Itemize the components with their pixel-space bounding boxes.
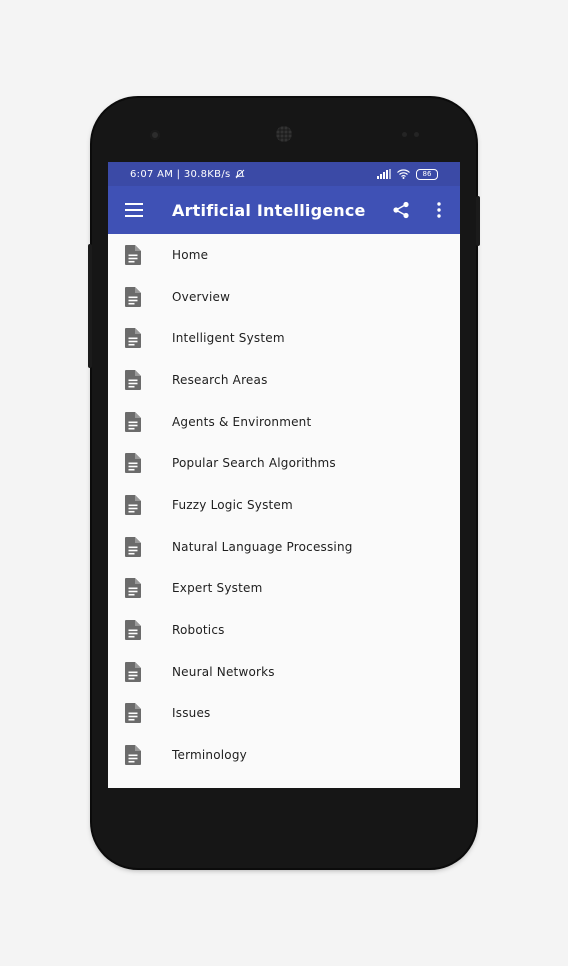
- list-item[interactable]: Popular Search Algorithms: [108, 442, 460, 484]
- list-item[interactable]: Agents & Environment: [108, 401, 460, 443]
- more-vert-icon[interactable]: [420, 186, 458, 234]
- power-button: [476, 196, 480, 246]
- list-item-label: Fuzzy Logic System: [172, 497, 293, 512]
- list-item[interactable]: Natural Language Processing: [108, 526, 460, 568]
- document-icon: [125, 620, 141, 641]
- list-item-label: Issues: [172, 706, 211, 721]
- list-item[interactable]: Expert System: [108, 568, 460, 610]
- signal-icon: [377, 169, 391, 179]
- list-item[interactable]: Fuzzy Logic System: [108, 484, 460, 526]
- document-icon: [125, 328, 141, 349]
- menu-icon[interactable]: [110, 186, 158, 234]
- document-icon: [125, 661, 141, 682]
- app-title: Artificial Intelligence: [172, 200, 366, 220]
- document-icon: [125, 536, 141, 557]
- mute-icon: [234, 169, 245, 179]
- volume-button: [88, 244, 92, 368]
- list-item[interactable]: Overview: [108, 276, 460, 318]
- wifi-icon: [397, 169, 410, 179]
- list-item[interactable]: Neural Networks: [108, 651, 460, 693]
- list-item[interactable]: Research Areas: [108, 359, 460, 401]
- document-icon: [125, 369, 141, 390]
- document-icon: [125, 286, 141, 307]
- list-item[interactable]: Robotics: [108, 609, 460, 651]
- battery-icon: 86: [416, 168, 438, 180]
- list-item-label: Terminology: [172, 748, 247, 763]
- document-icon: [125, 244, 141, 265]
- list-item-label: Robotics: [172, 623, 225, 638]
- document-icon: [125, 411, 141, 432]
- list-item-label: Research Areas: [172, 372, 268, 387]
- phone-screen: 6:07 AM | 30.8KB/s 86 Artificial Intelli…: [108, 162, 460, 788]
- list-item-label: Neural Networks: [172, 664, 275, 679]
- earpiece-speaker: [276, 126, 292, 142]
- list-item-label: Agents & Environment: [172, 414, 312, 429]
- list-item-label: Overview: [172, 289, 231, 304]
- light-sensor: [414, 132, 419, 137]
- list-item-label: Home: [172, 247, 209, 262]
- document-icon: [125, 494, 141, 515]
- front-camera: [150, 130, 160, 140]
- status-bar: 6:07 AM | 30.8KB/s 86: [108, 162, 460, 186]
- document-icon: [125, 703, 141, 724]
- list-item[interactable]: Terminology: [108, 734, 460, 776]
- list-item[interactable]: Intelligent System: [108, 317, 460, 359]
- list-item-label: Expert System: [172, 581, 263, 596]
- topic-list: Home Overview Intelligent System Researc…: [108, 234, 460, 776]
- list-item-label: Popular Search Algorithms: [172, 456, 336, 471]
- list-item-label: Intelligent System: [172, 331, 285, 346]
- share-icon[interactable]: [382, 186, 420, 234]
- list-item-label: Natural Language Processing: [172, 539, 353, 554]
- status-time: 6:07 AM | 30.8KB/s: [130, 168, 231, 180]
- list-item[interactable]: Home: [108, 234, 460, 276]
- document-icon: [125, 453, 141, 474]
- document-icon: [125, 745, 141, 766]
- app-bar: Artificial Intelligence: [108, 186, 460, 234]
- proximity-sensor: [402, 132, 407, 137]
- document-icon: [125, 578, 141, 599]
- list-item[interactable]: Issues: [108, 693, 460, 735]
